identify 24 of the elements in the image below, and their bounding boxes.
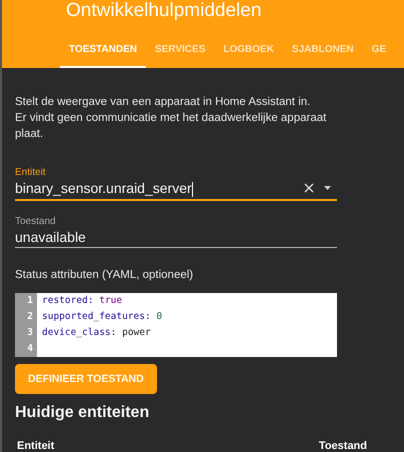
close-icon[interactable]: [304, 183, 314, 194]
description-text: Stelt de weergave van een apparaat in Home Assistant in. Er vindt geen communicatie met het daadwerkelijke apparaat plaat.: [15, 95, 328, 142]
code-line: restored: true: [41, 295, 122, 306]
tab[interactable]: SJABLONEN: [282, 35, 363, 68]
state-field[interactable]: Toestand unavailable: [15, 216, 337, 248]
column-header: Toestand: [318, 440, 367, 452]
caret-icon[interactable]: [324, 186, 331, 190]
code-editor[interactable]: 1 restored: true 2 supported_features: 0 3 device_class: power 4: [15, 292, 337, 357]
tab[interactable]: TOESTANDEN: [60, 35, 146, 68]
section-heading: Huidige entiteiten: [15, 404, 150, 422]
tab[interactable]: LOGBOEK: [214, 35, 283, 68]
page-title: Ontwikkelhulpmiddelen: [65, 1, 262, 21]
entity-field[interactable]: Entiteit binary_sensor.unraid_server: [15, 167, 337, 201]
code-line: device_class: power: [41, 327, 151, 338]
tab[interactable]: GE: [362, 35, 396, 68]
line-number: 1: [15, 292, 37, 309]
line-number: 2: [15, 308, 37, 325]
column-header: Entiteit: [17, 440, 54, 452]
tab[interactable]: SERVICES: [146, 35, 214, 68]
line-number: 3: [15, 324, 37, 341]
code-line: supported_features: 0: [41, 311, 162, 322]
attributes-label: Status attributen (YAML, optioneel): [15, 268, 194, 281]
set-state-button[interactable]: DEFINIEER TOESTAND: [15, 364, 157, 394]
line-number: 4: [15, 340, 37, 357]
